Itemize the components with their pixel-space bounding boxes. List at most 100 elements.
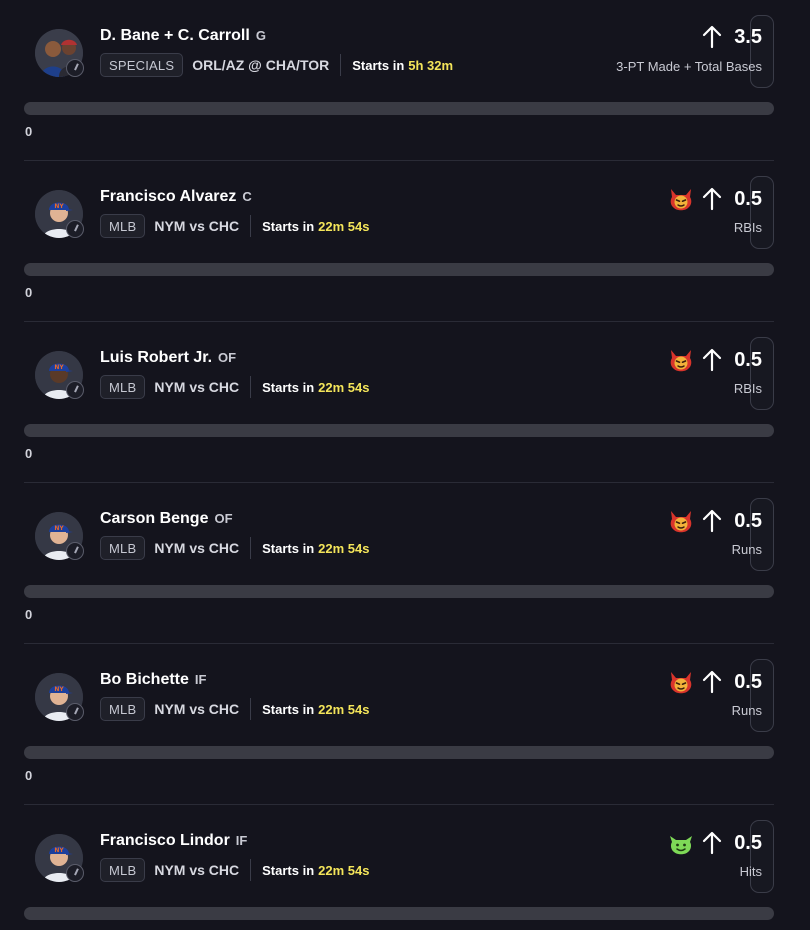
- pick-line-value: 0.5: [734, 831, 762, 854]
- matchup: NYM vs CHC: [154, 540, 240, 556]
- player-name-row: Luis Robert Jr. OF: [100, 349, 236, 367]
- arrow-up-icon: [703, 670, 722, 694]
- matchup: NYM vs CHC: [154, 379, 240, 395]
- player-position: OF: [218, 350, 237, 365]
- player-name: Francisco Lindor: [100, 832, 230, 849]
- player-name: D. Bane + C. Carroll: [100, 27, 250, 44]
- pick-badge: [668, 669, 702, 695]
- game-meta: MLB NYM vs CHC Starts in 22m 54s: [100, 375, 369, 399]
- pick-card[interactable]: D. Bane + C. Carroll G SPECIALS ORL/AZ @ …: [0, 0, 810, 161]
- game-meta: MLB NYM vs CHC Starts in 22m 54s: [100, 697, 369, 721]
- pick-line-row: 0.5: [668, 669, 762, 695]
- starts-label: Starts in: [352, 57, 405, 73]
- red-demon-icon: [670, 350, 692, 372]
- game-meta: MLB NYM vs CHC Starts in 22m 54s: [100, 214, 369, 238]
- red-demon-icon: [670, 511, 692, 533]
- starts-countdown: 22m 54s: [318, 540, 370, 556]
- pick-line-value: 0.5: [734, 509, 762, 532]
- pick-box[interactable]: 0.5 Hits: [670, 820, 774, 893]
- player-name-row: Francisco Alvarez C: [100, 188, 252, 206]
- progress-value: 0: [25, 446, 33, 461]
- svg-text:NY: NY: [54, 364, 64, 371]
- pick-line-row: 0.5: [668, 830, 762, 856]
- progress-bar: [24, 263, 774, 276]
- starts-label: Starts in: [262, 218, 315, 234]
- player-position: C: [242, 189, 252, 204]
- progress-bar: [24, 746, 774, 759]
- clock-icon: [66, 220, 84, 238]
- clock-icon: [66, 381, 84, 399]
- red-demon-icon: [670, 189, 692, 211]
- player-name: Luis Robert Jr.: [100, 349, 213, 366]
- pick-card[interactable]: NY Francisco Alvarez C MLB NYM vs CHC Sta…: [0, 161, 810, 322]
- arrow-up-icon: [703, 509, 722, 533]
- svg-text:NY: NY: [54, 203, 64, 210]
- pick-badge: [668, 508, 702, 534]
- progress-bar: [24, 424, 774, 437]
- pick-line-row: 3.5: [702, 25, 762, 49]
- player-name-row: Bo Bichette IF: [100, 671, 206, 689]
- player-name-row: Francisco Lindor IF: [100, 832, 247, 850]
- progress-bar: [24, 907, 774, 920]
- svg-text:NY: NY: [54, 847, 64, 854]
- meta-divider: [250, 376, 252, 398]
- progress-value: 0: [25, 124, 33, 139]
- arrow-up-icon: [703, 187, 722, 211]
- meta-divider: [250, 215, 252, 237]
- pick-badge: [668, 347, 702, 373]
- meta-divider: [250, 698, 252, 720]
- starts-label: Starts in: [262, 540, 315, 556]
- clock-icon: [66, 703, 84, 721]
- pick-badge: [668, 830, 702, 856]
- starts-label: Starts in: [262, 862, 315, 878]
- pick-box[interactable]: 0.5 Runs: [670, 498, 774, 571]
- league-tag: MLB: [100, 536, 146, 560]
- progress-value: 0: [25, 768, 33, 783]
- player-name: Bo Bichette: [100, 671, 189, 688]
- starts-countdown: 22m 54s: [318, 218, 370, 234]
- arrow-up-icon: [703, 831, 722, 855]
- pick-card[interactable]: NY Francisco Lindor IF MLB NYM vs CHC Sta…: [0, 805, 810, 930]
- clock-icon: [66, 59, 84, 77]
- starts-label: Starts in: [262, 701, 315, 717]
- pick-line-value: 0.5: [734, 670, 762, 693]
- svg-text:NY: NY: [54, 686, 64, 693]
- matchup: NYM vs CHC: [154, 862, 240, 878]
- pick-card[interactable]: NY Bo Bichette IF MLB NYM vs CHC Starts i…: [0, 644, 810, 805]
- player-name: Francisco Alvarez: [100, 188, 237, 205]
- red-demon-icon: [670, 672, 692, 694]
- progress-value: 0: [25, 285, 33, 300]
- svg-text:NY: NY: [54, 525, 64, 532]
- league-tag: MLB: [100, 697, 146, 721]
- pick-line-row: 0.5: [668, 508, 762, 534]
- player-name-row: Carson Benge OF: [100, 510, 233, 528]
- player-position: OF: [214, 511, 233, 526]
- pick-line-value: 0.5: [734, 187, 762, 210]
- starts-label: Starts in: [262, 379, 315, 395]
- pick-line-row: 0.5: [668, 186, 762, 212]
- pick-card[interactable]: NY Luis Robert Jr. OF MLB NYM vs CHC Star…: [0, 322, 810, 483]
- pick-stat-label: RBIs: [733, 220, 762, 235]
- pick-box[interactable]: 0.5 RBIs: [670, 176, 774, 249]
- pick-badge: [668, 186, 702, 212]
- league-tag: MLB: [100, 858, 146, 882]
- game-meta: MLB NYM vs CHC Starts in 22m 54s: [100, 536, 369, 560]
- player-name-row: D. Bane + C. Carroll G: [100, 27, 266, 45]
- matchup: NYM vs CHC: [154, 218, 240, 234]
- progress-value: 0: [25, 607, 33, 622]
- pick-line-value: 0.5: [734, 348, 762, 371]
- meta-divider: [340, 54, 342, 76]
- green-goblin-icon: [670, 836, 693, 855]
- matchup: ORL/AZ @ CHA/TOR: [192, 57, 330, 73]
- arrow-up-icon: [703, 348, 722, 372]
- progress-bar: [24, 585, 774, 598]
- player-position: G: [255, 28, 266, 43]
- pick-card[interactable]: NY Carson Benge OF MLB NYM vs CHC Starts …: [0, 483, 810, 644]
- clock-icon: [66, 864, 84, 882]
- starts-countdown: 22m 54s: [318, 862, 370, 878]
- pick-box[interactable]: 0.5 RBIs: [670, 337, 774, 410]
- game-meta: SPECIALS ORL/AZ @ CHA/TOR Starts in 5h 3…: [100, 53, 453, 77]
- pick-box[interactable]: 3.5 3-PT Made + Total Bases: [616, 15, 774, 88]
- pick-stat-label: Runs: [731, 542, 762, 557]
- pick-box[interactable]: 0.5 Runs: [670, 659, 774, 732]
